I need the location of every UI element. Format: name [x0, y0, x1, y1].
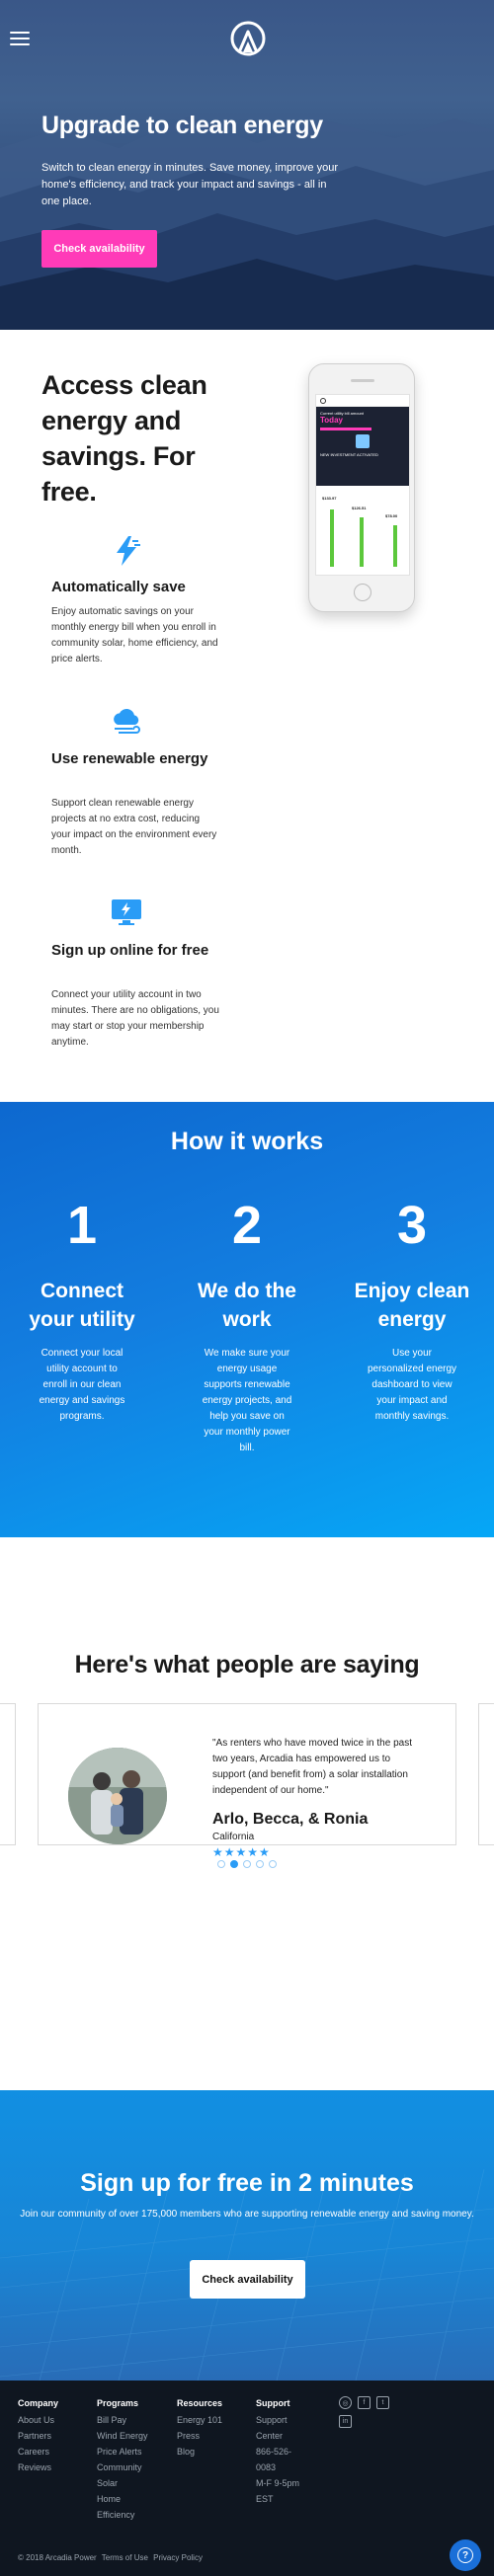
footer-link[interactable]: M-F 9-5pm EST [256, 2475, 311, 2507]
carousel-dot-active[interactable] [230, 1860, 238, 1868]
cloud-wind-icon [114, 708, 140, 734]
footer-link[interactable]: Blog [177, 2444, 254, 2459]
footer-column-company: Company About Us Partners Careers Review… [18, 2398, 95, 2475]
feature-title: Sign up online for free [51, 942, 209, 959]
carousel-dot[interactable] [256, 1860, 264, 1868]
phone-screen-big: Today [320, 416, 343, 425]
footer-link[interactable]: Price Alerts [97, 2444, 158, 2459]
step-title: Enjoy clean energy [354, 1280, 470, 1331]
footer-column-title: Programs [97, 2398, 139, 2408]
testimonial-quote: "As renters who have moved twice in the … [212, 1738, 412, 1796]
help-button[interactable]: ? [450, 2539, 481, 2571]
phone-screen: Current utility bill amount Today NEW IN… [315, 394, 410, 576]
testimonials-section: Here's what people are saying "As renter… [0, 1537, 494, 1962]
how-heading: How it works [170, 1128, 324, 1155]
step-2: 2 We do the work We make sure your energ… [188, 1196, 306, 1456]
footer-link[interactable]: Support Center [256, 2412, 311, 2444]
phone-value-2: $126.51 [352, 506, 367, 510]
phone-bar-1 [330, 509, 334, 567]
step-number: 2 [231, 1196, 263, 1255]
footer: Company About Us Partners Careers Review… [0, 2381, 494, 2576]
footer-link[interactable]: Wind Energy [97, 2428, 158, 2444]
step-body: We make sure your energy usage supports … [202, 1348, 292, 1453]
phone-speaker [351, 379, 374, 382]
footer-column-title: Resources [177, 2398, 223, 2408]
footer-link[interactable]: Home Efficiency [97, 2491, 158, 2523]
footer-column-resources: Resources Energy 101 Press Blog [177, 2398, 254, 2459]
phone-screen-caption: NEW INVESTMENT ACTIVATED [320, 452, 378, 457]
carousel-dot[interactable] [269, 1860, 277, 1868]
carousel-dot[interactable] [217, 1860, 225, 1868]
phone-screen-header [316, 395, 409, 407]
step-body: Connect your local utility account to en… [39, 1348, 125, 1422]
footer-link[interactable]: Press [177, 2428, 254, 2444]
features-heading: Access clean energy and savings. For fre… [41, 370, 207, 507]
lightning-bolt-icon [117, 536, 140, 566]
step-body: Use your personalized energy dashboard t… [367, 1348, 457, 1422]
testimonials-heading: Here's what people are saying [74, 1651, 420, 1678]
linkedin-icon[interactable]: in [339, 2415, 352, 2428]
copyright-bar: © 2018 Arcadia Power Terms of Use Privac… [18, 2553, 206, 2562]
carousel-dots [217, 1860, 277, 1868]
footer-link[interactable]: Partners [18, 2428, 95, 2444]
phone-mockup: Current utility bill amount Today NEW IN… [308, 363, 415, 612]
next-card-edge[interactable] [478, 1703, 494, 1845]
testimonial-location: California [212, 1832, 255, 1842]
step-1: 1 Connect your utility Connect your loca… [23, 1196, 141, 1425]
footer-link[interactable]: About Us [18, 2412, 95, 2428]
how-it-works-section: How it works 1 Connect your utility Conn… [0, 1102, 494, 1537]
phone-screen-chart: $133.97 $126.51 $78.00 [316, 486, 409, 575]
step-title: We do the work [198, 1280, 296, 1331]
twitter-icon[interactable]: t [376, 2396, 389, 2409]
solar-panels-background [0, 2090, 494, 2381]
feature-body: Connect your utility account in two minu… [51, 989, 219, 1048]
facebook-icon[interactable]: f [358, 2396, 370, 2409]
footer-link[interactable]: Careers [18, 2444, 95, 2459]
privacy-link[interactable]: Privacy Policy [153, 2553, 203, 2562]
social-links: ◎ f t in [339, 2396, 398, 2428]
monitor-bolt-icon [112, 899, 141, 925]
phone-screen-bar [320, 428, 371, 430]
terms-link[interactable]: Terms of Use [102, 2553, 148, 2562]
signup-section: Sign up for free in 2 minutes Join our c… [0, 2090, 494, 2381]
footer-column-programs: Programs Bill Pay Wind Energy Price Aler… [97, 2398, 158, 2523]
avatar [68, 1748, 167, 1844]
signup-body: Join our community of over 175,000 membe… [20, 2209, 474, 2220]
testimonial-author: Arlo, Becca, & Ronia [212, 1811, 369, 1828]
testimonial-card: "As renters who have moved twice in the … [38, 1703, 456, 1859]
footer-link[interactable]: Reviews [18, 2459, 95, 2475]
step-number: 3 [396, 1196, 428, 1255]
footer-link[interactable]: Bill Pay [97, 2412, 158, 2428]
signup-heading: Sign up for free in 2 minutes [80, 2169, 414, 2197]
phone-bar-2 [360, 517, 364, 567]
footer-column-support: Support Support Center 866-526-0083 M-F … [256, 2398, 311, 2507]
phone-value-1: $133.97 [322, 496, 337, 501]
feature-body: Support clean renewable energy projects … [51, 798, 217, 856]
phone-value-3: $78.00 [385, 513, 398, 518]
step-title: Connect your utility [29, 1280, 135, 1331]
signup-check-availability-button[interactable]: Check availability [190, 2260, 305, 2299]
footer-column-title: Support [256, 2398, 290, 2408]
feature-title: Use renewable energy [51, 750, 208, 767]
star-rating: ★★★★★ [212, 1845, 271, 1859]
phone-screen-summary: Current utility bill amount Today NEW IN… [316, 407, 409, 486]
feature-body: Enjoy automatic savings on your monthly … [51, 606, 218, 664]
step-number: 1 [66, 1196, 98, 1255]
instagram-icon[interactable]: ◎ [339, 2396, 352, 2409]
phone-bar-3 [393, 525, 397, 567]
footer-link[interactable]: Community Solar [97, 2459, 158, 2491]
footer-link[interactable]: Energy 101 [177, 2412, 254, 2428]
previous-card-edge[interactable] [0, 1703, 16, 1845]
feature-title: Automatically save [51, 579, 186, 595]
footer-column-title: Company [18, 2398, 59, 2408]
calendar-icon [356, 434, 370, 448]
step-3: 3 Enjoy clean energy Use your personaliz… [353, 1196, 471, 1425]
copyright-text: © 2018 Arcadia Power [18, 2553, 97, 2562]
footer-link[interactable]: 866-526-0083 [256, 2444, 311, 2475]
features-section: Access clean energy and savings. For fre… [0, 0, 494, 1048]
phone-home-button [354, 584, 371, 601]
help-question-icon: ? [457, 2547, 473, 2563]
carousel-dot[interactable] [243, 1860, 251, 1868]
